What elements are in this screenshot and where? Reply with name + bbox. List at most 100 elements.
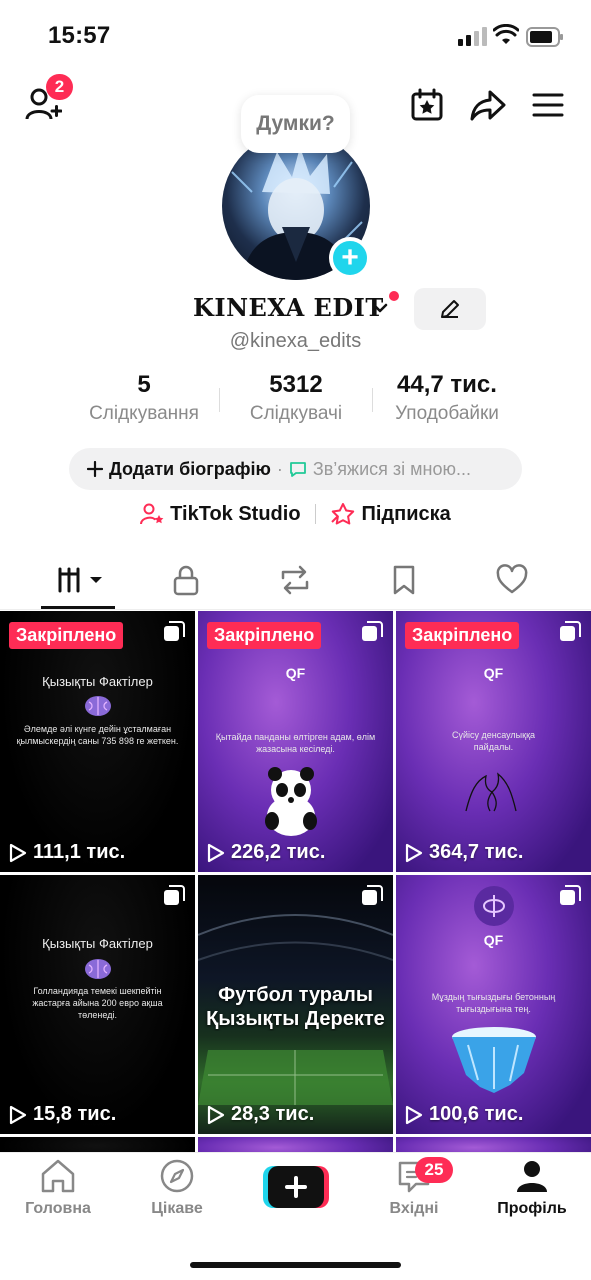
- nav-profile-label: Профіль: [497, 1200, 567, 1217]
- tab-videos[interactable]: [48, 560, 108, 600]
- status-time: 15:57: [48, 22, 111, 49]
- video-text: Қытайда панданы өлтірген адам, өлім жаза…: [215, 732, 376, 754]
- video-tile[interactable]: Қызықты Фактілер Голландияда темекі шекп…: [0, 875, 195, 1134]
- display-name: KINEXA EDIT: [193, 293, 384, 322]
- menu-button[interactable]: [530, 88, 566, 122]
- nav-home[interactable]: Головна: [8, 1158, 108, 1218]
- nav-discover-label: Цікаве: [151, 1200, 203, 1217]
- video-tile[interactable]: Закріплено Қызықты Фактілер Әлемде әлі к…: [0, 611, 195, 872]
- likes-stat[interactable]: 44,7 тис. Уподобайки: [380, 371, 514, 425]
- stat-divider: [372, 388, 373, 412]
- calendar-button[interactable]: [408, 86, 446, 124]
- subscription-link[interactable]: Підписка: [330, 502, 451, 526]
- tab-reposts[interactable]: [265, 560, 325, 600]
- tiktok-studio-link[interactable]: TikTok Studio: [140, 502, 301, 526]
- lock-icon: [173, 565, 199, 596]
- video-title: Қызықты Фактілер: [42, 936, 153, 951]
- thought-bubble[interactable]: Думки?: [241, 95, 350, 153]
- tab-private[interactable]: [156, 560, 216, 600]
- signal-icon: [458, 27, 487, 46]
- play-icon: [9, 1105, 27, 1124]
- view-count: 100,6 тис.: [405, 1103, 523, 1126]
- tab-liked[interactable]: [482, 560, 542, 600]
- pinned-badge: Закріплено: [9, 622, 124, 649]
- share-button[interactable]: [468, 86, 508, 124]
- video-tile[interactable]: Закріплено QF Сүйісу денсаулыққа пайдалы…: [396, 611, 591, 872]
- edit-profile-button[interactable]: [414, 288, 486, 330]
- video-tile[interactable]: Футбол туралы Қызықты Деректе 28,3 тис.: [198, 875, 393, 1134]
- profile-links: TikTok Studio Підписка: [0, 502, 591, 526]
- video-tile[interactable]: QF Мұздың тығыздығы бетонның тығыздығына…: [396, 875, 591, 1134]
- view-count-label: 364,7 тис.: [429, 841, 524, 863]
- play-icon: [405, 1105, 423, 1124]
- plus-icon: [87, 461, 103, 477]
- following-count: 5: [137, 371, 151, 398]
- view-count: 15,8 тис.: [9, 1103, 116, 1126]
- followers-label: Слідкувачі: [249, 403, 343, 424]
- multi-photo-icon: [362, 621, 383, 641]
- view-count: 111,1 тис.: [9, 841, 125, 864]
- grid-icon: [58, 567, 102, 593]
- tab-favorites[interactable]: [374, 560, 434, 600]
- chevron-down-icon[interactable]: [370, 298, 390, 318]
- multi-photo-icon: [560, 885, 581, 905]
- nav-discover[interactable]: Цікаве: [127, 1158, 227, 1218]
- repost-icon: [281, 565, 309, 595]
- ice-block-illustration: [452, 1027, 536, 1093]
- pinned-badge: Закріплено: [405, 622, 520, 649]
- video-text: Сүйісу денсаулыққа пайдалы.: [451, 730, 536, 752]
- contact-me-button[interactable]: Зв’яжися зі мною...: [313, 459, 471, 480]
- tiktok-studio-label: TikTok Studio: [170, 502, 301, 525]
- nav-inbox-label: Вхідні: [389, 1200, 439, 1217]
- nav-profile[interactable]: Профіль: [482, 1158, 582, 1218]
- multi-photo-icon: [560, 621, 581, 641]
- video-text: Әлемде әлі күнге дейін ұсталмаған қылмыс…: [16, 724, 179, 746]
- play-icon: [405, 843, 423, 862]
- pencil-icon: [441, 300, 459, 318]
- subscription-star-icon: [330, 503, 354, 525]
- create-button[interactable]: [263, 1166, 329, 1208]
- multi-photo-icon: [164, 621, 185, 641]
- view-count-label: 28,3 тис.: [231, 1103, 315, 1125]
- chat-icon: [289, 462, 306, 477]
- view-count: 364,7 тис.: [405, 841, 523, 864]
- view-count-label: 15,8 тис.: [33, 1103, 117, 1125]
- panda-icon: [265, 767, 317, 836]
- active-tab-indicator: [41, 606, 115, 609]
- add-story-button[interactable]: +: [329, 237, 371, 279]
- followers-stat[interactable]: 5312 Слідкувачі: [236, 371, 356, 425]
- brain-icon: [85, 696, 111, 716]
- studio-icon: [140, 503, 164, 525]
- calendar-star-icon: [411, 88, 443, 121]
- add-bio-button[interactable]: Додати біографію: [109, 459, 271, 480]
- video-title: Қызықты Фактілер: [42, 674, 153, 689]
- compass-icon: [160, 1159, 194, 1193]
- following-label: Слідкування: [89, 403, 199, 424]
- bio-bar[interactable]: Додати біографію · Зв’яжися зі мною...: [69, 448, 522, 490]
- hamburger-icon: [532, 93, 564, 117]
- wifi-icon: [493, 24, 519, 44]
- kiss-illustration: [465, 772, 517, 812]
- bookmark-icon: [393, 565, 415, 595]
- battery-icon: [526, 27, 563, 47]
- likes-label: Уподобайки: [395, 403, 499, 424]
- following-stat[interactable]: 5 Слідкування: [84, 371, 204, 425]
- home-icon: [41, 1159, 75, 1193]
- pinned-badge: Закріплено: [207, 622, 322, 649]
- brain-icon: [85, 959, 111, 979]
- followers-count: 5312: [269, 371, 323, 398]
- notification-dot: [389, 291, 399, 301]
- view-count: 226,2 тис.: [207, 841, 325, 864]
- share-icon: [470, 90, 506, 121]
- video-tile[interactable]: Закріплено QF Қытайда панданы өлтірген а…: [198, 611, 393, 872]
- home-indicator: [190, 1262, 401, 1268]
- play-icon: [207, 843, 225, 862]
- brain-logo-icon: [474, 886, 514, 926]
- stat-divider: [219, 388, 220, 412]
- qf-logo: QF: [483, 665, 504, 681]
- username: @kinexa_edits: [229, 330, 362, 352]
- video-headline: Қызықты Деректе: [206, 1008, 385, 1030]
- nav-home-label: Головна: [25, 1200, 91, 1217]
- qf-logo: QF: [483, 932, 504, 948]
- profile-icon: [517, 1161, 547, 1192]
